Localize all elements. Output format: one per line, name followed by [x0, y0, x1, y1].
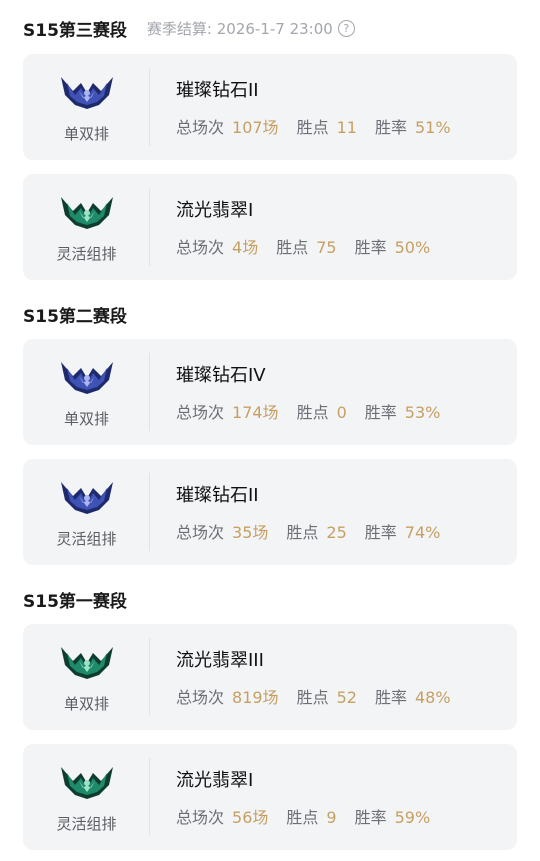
diamond-emblem-icon — [60, 481, 113, 514]
season-header: S15第一赛段 — [23, 587, 127, 612]
rank-info: 流光翡翠I 总场次 56场 胜点 9 胜率 59% — [150, 744, 448, 850]
games-label: 总场次 — [176, 238, 225, 257]
rank-name: 流光翡翠I — [176, 200, 254, 221]
winrate-value: 50% — [394, 238, 431, 257]
rank-info: 璀璨钻石IV 总场次 174场 胜点 0 胜率 53% — [150, 339, 458, 445]
queue-section: 单双排 — [23, 624, 150, 730]
winrate-label: 胜率 — [354, 238, 387, 257]
ranked-history: S15第三赛段 赛季结算: 2026-1-7 23:00 ? 单双排 璀璨钻石I… — [0, 0, 540, 861]
games-label: 总场次 — [176, 118, 225, 137]
rank-card[interactable]: 灵活组排 璀璨钻石II 总场次 35场 胜点 25 胜率 74% — [23, 459, 517, 565]
season-title: S15第二赛段 — [23, 307, 127, 327]
winrate-value: 51% — [414, 118, 451, 137]
points-value: 75 — [316, 238, 337, 257]
winrate-value: 53% — [404, 403, 441, 422]
games-label: 总场次 — [176, 688, 225, 707]
queue-section: 灵活组排 — [23, 174, 150, 280]
rank-name: 璀璨钻石IV — [176, 365, 266, 386]
rank-name: 璀璨钻石II — [176, 80, 259, 101]
rank-info: 流光翡翠I 总场次 4场 胜点 75 胜率 50% — [150, 174, 448, 280]
settlement-text: 赛季结算: 2026-1-7 23:00 — [146, 20, 333, 38]
points-value: 11 — [336, 118, 357, 137]
points-label: 胜点 — [296, 118, 329, 137]
winrate-value: 48% — [414, 688, 451, 707]
season-header: S15第二赛段 — [23, 302, 127, 327]
winrate-label: 胜率 — [354, 808, 387, 827]
points-value: 0 — [336, 403, 347, 422]
queue-label: 灵活组排 — [56, 529, 117, 548]
rank-info: 璀璨钻石II 总场次 107场 胜点 11 胜率 51% — [150, 54, 469, 160]
rank-card[interactable]: 灵活组排 流光翡翠I 总场次 56场 胜点 9 胜率 59% — [23, 744, 517, 850]
stats-row: 总场次 4场 胜点 75 胜率 50% — [176, 234, 448, 258]
stats-row: 总场次 56场 胜点 9 胜率 59% — [176, 804, 448, 828]
rank-name: 流光翡翠III — [176, 650, 264, 671]
rank-name: 璀璨钻石II — [176, 485, 259, 506]
rank-name: 流光翡翠I — [176, 770, 254, 791]
queue-label: 单双排 — [63, 124, 109, 143]
points-label: 胜点 — [276, 238, 309, 257]
games-value: 35场 — [232, 523, 269, 542]
diamond-emblem-icon — [60, 76, 113, 109]
rank-card[interactable]: 单双排 流光翡翠III 总场次 819场 胜点 52 胜率 48% — [23, 624, 517, 730]
stats-row: 总场次 174场 胜点 0 胜率 53% — [176, 399, 458, 423]
games-value: 819场 — [232, 688, 279, 707]
emerald-emblem-icon — [60, 196, 113, 229]
winrate-value: 59% — [394, 808, 431, 827]
stats-row: 总场次 107场 胜点 11 胜率 51% — [176, 114, 469, 138]
emerald-emblem-icon — [60, 766, 113, 799]
games-label: 总场次 — [176, 523, 225, 542]
games-value: 174场 — [232, 403, 279, 422]
winrate-label: 胜率 — [374, 118, 407, 137]
queue-section: 单双排 — [23, 54, 150, 160]
games-label: 总场次 — [176, 808, 225, 827]
games-value: 107场 — [232, 118, 279, 137]
rank-info: 流光翡翠III 总场次 819场 胜点 52 胜率 48% — [150, 624, 469, 730]
points-label: 胜点 — [296, 403, 329, 422]
season-settlement-time: 赛季结算: 2026-1-7 23:00 ? — [147, 18, 355, 39]
points-label: 胜点 — [286, 523, 319, 542]
winrate-label: 胜率 — [364, 403, 397, 422]
queue-label: 灵活组排 — [56, 244, 117, 263]
queue-section: 灵活组排 — [23, 459, 150, 565]
rank-card[interactable]: 单双排 璀璨钻石II 总场次 107场 胜点 11 胜率 51% — [23, 54, 517, 160]
season-title: S15第一赛段 — [23, 592, 127, 612]
points-label: 胜点 — [286, 808, 319, 827]
diamond-emblem-icon — [60, 361, 113, 394]
stats-row: 总场次 35场 胜点 25 胜率 74% — [176, 519, 458, 543]
rank-card[interactable]: 单双排 璀璨钻石IV 总场次 174场 胜点 0 胜率 53% — [23, 339, 517, 445]
games-value: 4场 — [232, 238, 259, 257]
queue-label: 单双排 — [63, 694, 109, 713]
rank-card[interactable]: 灵活组排 流光翡翠I 总场次 4场 胜点 75 胜率 50% — [23, 174, 517, 280]
queue-section: 灵活组排 — [23, 744, 150, 850]
season-title: S15第三赛段 — [23, 21, 127, 41]
games-label: 总场次 — [176, 403, 225, 422]
queue-label: 单双排 — [63, 409, 109, 428]
queue-label: 灵活组排 — [56, 814, 117, 833]
help-icon[interactable]: ? — [337, 20, 355, 37]
stats-row: 总场次 819场 胜点 52 胜率 48% — [176, 684, 469, 708]
points-value: 9 — [326, 808, 337, 827]
winrate-label: 胜率 — [364, 523, 397, 542]
games-value: 56场 — [232, 808, 269, 827]
points-value: 52 — [336, 688, 357, 707]
queue-section: 单双排 — [23, 339, 150, 445]
winrate-label: 胜率 — [374, 688, 407, 707]
points-label: 胜点 — [296, 688, 329, 707]
emerald-emblem-icon — [60, 646, 113, 679]
winrate-value: 74% — [404, 523, 441, 542]
points-value: 25 — [326, 523, 347, 542]
rank-info: 璀璨钻石II 总场次 35场 胜点 25 胜率 74% — [150, 459, 458, 565]
season-header: S15第三赛段 赛季结算: 2026-1-7 23:00 ? — [23, 16, 355, 41]
